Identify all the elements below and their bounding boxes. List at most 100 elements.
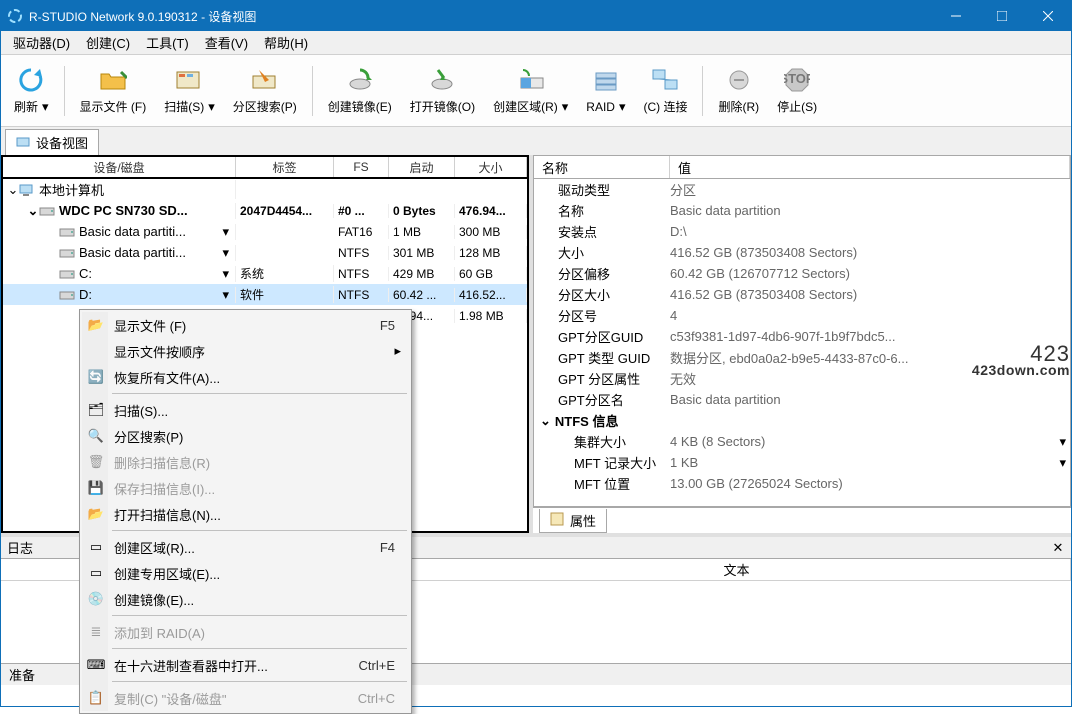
menu-item-icon: 🔄: [87, 368, 105, 386]
device-row[interactable]: Basic data partiti...▾FAT161 MB300 MB: [3, 221, 527, 242]
context-item[interactable]: 🔄恢复所有文件(A)...: [82, 364, 409, 390]
toolbar-separator: [702, 66, 703, 116]
device-row[interactable]: ⌄WDC PC SN730 SD...2047D4454...#0 ...0 B…: [3, 200, 527, 221]
props-row[interactable]: MFT 记录大小1 KB▾: [534, 452, 1070, 473]
prop-name: MFT 位置: [534, 474, 670, 493]
context-item[interactable]: 📂打开扫描信息(N)...: [82, 501, 409, 527]
menu-tools[interactable]: 工具(T): [138, 31, 197, 54]
props-col-name[interactable]: 名称: [534, 156, 670, 178]
minimize-button[interactable]: [933, 1, 979, 31]
create-image-icon: [346, 66, 374, 94]
device-name: Basic data partiti...: [79, 245, 186, 260]
props-tab-properties[interactable]: 属性: [539, 509, 607, 533]
drive-icon: [59, 289, 75, 301]
tb-stop-label: 停止(S): [777, 98, 817, 115]
chevron-down-icon[interactable]: ▾: [222, 266, 229, 282]
tb-show-files[interactable]: 显示文件 (F): [73, 59, 154, 123]
delete-icon: [725, 66, 753, 94]
device-row[interactable]: D:▾软件NTFS60.42 ...416.52...: [3, 284, 527, 305]
context-item[interactable]: ▭创建区域(R)...F4: [82, 534, 409, 560]
col-device[interactable]: 设备/磁盘: [3, 157, 236, 177]
props-col-value[interactable]: 值: [670, 156, 1070, 178]
props-tabstrip: 属性: [533, 507, 1071, 533]
chevron-down-icon[interactable]: ▾: [222, 287, 229, 303]
create-region-icon: [517, 66, 545, 94]
props-row[interactable]: 名称Basic data partition: [534, 200, 1070, 221]
context-item[interactable]: 💿创建镜像(E)...: [82, 586, 409, 612]
menu-drives[interactable]: 驱动器(D): [5, 31, 78, 54]
props-row[interactable]: GPT分区GUIDc53f9381-1d97-4db6-907f-1b9f7bd…: [534, 326, 1070, 347]
col-start[interactable]: 启动: [389, 157, 455, 177]
menu-view[interactable]: 查看(V): [197, 31, 256, 54]
props-section[interactable]: ⌄NTFS 信息: [534, 410, 1070, 431]
tb-connect[interactable]: (C) 连接: [636, 59, 694, 123]
col-size[interactable]: 大小: [455, 157, 527, 177]
chevron-down-icon[interactable]: ▾: [1059, 455, 1066, 471]
menu-separator: [112, 648, 407, 649]
tb-create-image[interactable]: 创建镜像(E): [321, 59, 399, 123]
tb-scan[interactable]: 扫描(S)▾: [157, 59, 222, 123]
props-row[interactable]: 分区大小416.52 GB (873503408 Sectors): [534, 284, 1070, 305]
prop-value: 416.52 GB (873503408 Sectors): [670, 245, 1070, 260]
context-item[interactable]: 显示文件按顺序▸: [82, 338, 409, 364]
props-row[interactable]: GPT分区名Basic data partition: [534, 389, 1070, 410]
props-row[interactable]: 分区号4: [534, 305, 1070, 326]
props-row[interactable]: 大小416.52 GB (873503408 Sectors): [534, 242, 1070, 263]
log-close-button[interactable]: ✕: [1051, 540, 1065, 556]
tb-stop[interactable]: STOP 停止(S): [770, 59, 824, 123]
tb-open-image[interactable]: 打开镜像(O): [403, 59, 482, 123]
context-item[interactable]: 🔍分区搜索(P): [82, 423, 409, 449]
col-fs[interactable]: FS: [334, 157, 389, 177]
context-item: ≣添加到 RAID(A): [82, 619, 409, 645]
props-row[interactable]: 分区偏移60.42 GB (126707712 Sectors): [534, 263, 1070, 284]
prop-name: GPT 分区属性: [534, 369, 670, 388]
tb-partition-search[interactable]: 分区搜索(P): [226, 59, 304, 123]
context-item[interactable]: 🗂扫描(S)...: [82, 397, 409, 423]
menu-item-label: 保存扫描信息(I)...: [114, 479, 409, 498]
expander-icon[interactable]: ⌄: [27, 203, 39, 219]
device-grid-header: 设备/磁盘 标签 FS 启动 大小: [1, 155, 529, 179]
col-label[interactable]: 标签: [236, 157, 334, 177]
props-row[interactable]: MFT 位置13.00 GB (27265024 Sectors): [534, 473, 1070, 494]
props-row[interactable]: 驱动类型分区: [534, 179, 1070, 200]
tab-device-view[interactable]: 设备视图: [5, 129, 99, 156]
context-item[interactable]: ⌨在十六进制查看器中打开...Ctrl+E: [82, 652, 409, 678]
props-row[interactable]: GPT 分区属性无效: [534, 368, 1070, 389]
tb-create-region[interactable]: 创建区域(R)▾: [486, 59, 575, 123]
cell-size: 60 GB: [455, 267, 527, 281]
tb-raid[interactable]: RAID▾: [579, 59, 632, 123]
device-row[interactable]: ⌄本地计算机: [3, 179, 527, 200]
device-name: Basic data partiti...: [79, 224, 186, 239]
tb-delete[interactable]: 删除(R): [711, 59, 766, 123]
cell-fs: NTFS: [334, 246, 389, 260]
context-item[interactable]: ▭创建专用区域(E)...: [82, 560, 409, 586]
menu-create[interactable]: 创建(C): [78, 31, 138, 54]
close-button[interactable]: [1025, 1, 1071, 31]
menu-help[interactable]: 帮助(H): [256, 31, 316, 54]
menu-item-icon: 💿: [87, 590, 105, 608]
app-icon: [7, 8, 23, 24]
device-row[interactable]: Basic data partiti...▾NTFS301 MB128 MB: [3, 242, 527, 263]
log-col-text[interactable]: 文本: [403, 559, 1071, 580]
tb-refresh[interactable]: 刷新▾: [7, 59, 56, 123]
cell-fs: FAT16: [334, 225, 389, 239]
menu-item-label: 添加到 RAID(A): [114, 623, 409, 642]
props-row[interactable]: 安装点D:\: [534, 221, 1070, 242]
chevron-down-icon[interactable]: ▾: [1059, 434, 1066, 450]
tb-connect-label: (C) 连接: [643, 98, 687, 115]
context-item[interactable]: 📂显示文件 (F)F5: [82, 312, 409, 338]
menu-item-label: 分区搜索(P): [114, 427, 409, 446]
chevron-down-icon[interactable]: ▾: [222, 245, 229, 261]
chevron-down-icon[interactable]: ▾: [222, 224, 229, 240]
maximize-button[interactable]: [979, 1, 1025, 31]
menu-item-icon: 📂: [87, 505, 105, 523]
device-row[interactable]: C:▾系统NTFS429 MB60 GB: [3, 263, 527, 284]
expander-icon[interactable]: ⌄: [7, 182, 19, 198]
tab-label: 设备视图: [36, 133, 88, 152]
props-row[interactable]: 集群大小4 KB (8 Sectors)▾: [534, 431, 1070, 452]
menu-item-label: 创建区域(R)...: [114, 538, 380, 557]
props-row[interactable]: GPT 类型 GUID数据分区, ebd0a0a2-b9e5-4433-87c0…: [534, 347, 1070, 368]
toolbar-separator: [312, 66, 313, 116]
expander-icon[interactable]: ⌄: [540, 413, 551, 429]
svg-text:STOP: STOP: [784, 71, 810, 86]
